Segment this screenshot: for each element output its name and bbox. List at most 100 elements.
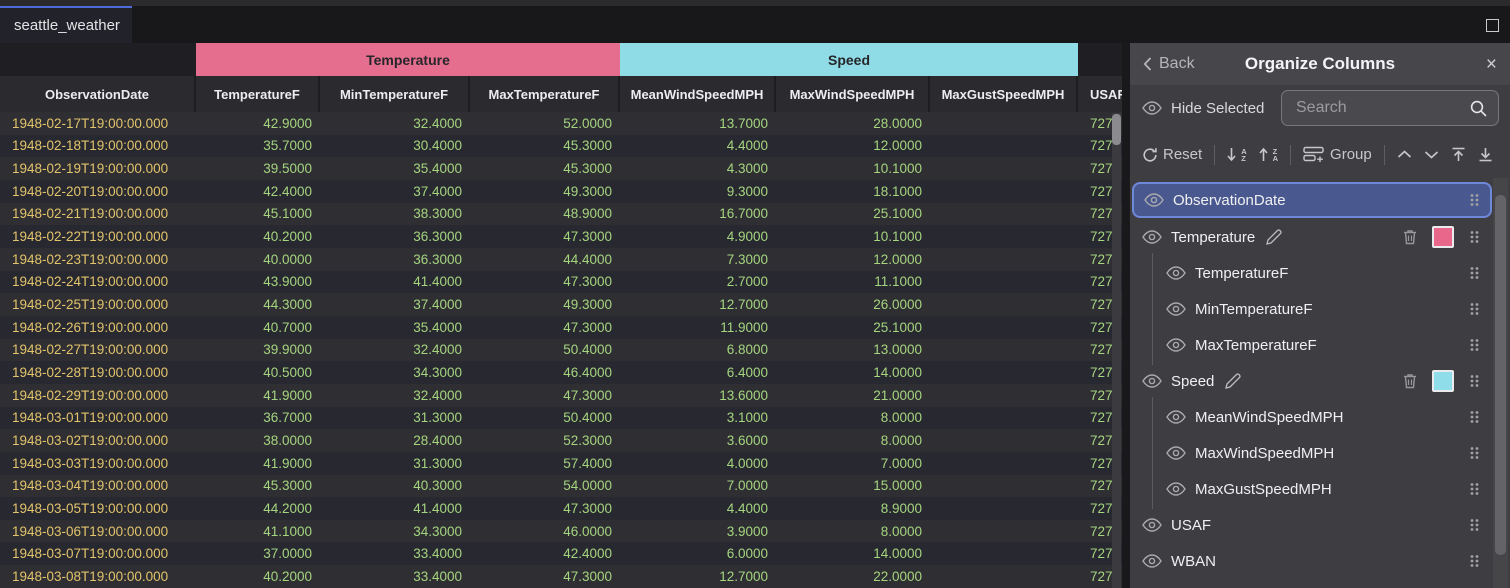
table-scrollbar-thumb[interactable] [1112,114,1121,145]
table-row[interactable]: 1948-03-01T19:00:00.00036.700031.300050.… [0,407,1122,430]
table-cell[interactable]: 45.3000 [470,135,620,158]
table-cell[interactable]: 1948-02-19T19:00:00.000 [0,157,196,180]
close-icon[interactable]: × [1486,55,1497,74]
table-row[interactable]: 1948-02-18T19:00:00.00035.700030.400045.… [0,135,1122,158]
column-header-temperaturef[interactable]: TemperatureF [196,76,320,112]
drag-handle-icon[interactable] [1469,337,1480,353]
column-header-meanwindspeedmph[interactable]: MeanWindSpeedMPH [620,76,776,112]
table-cell[interactable]: 4.4000 [620,497,776,520]
table-cell[interactable] [930,203,1078,226]
table-cell[interactable]: 1948-02-22T19:00:00.000 [0,225,196,248]
table-cell[interactable]: 11.9000 [620,316,776,339]
table-cell[interactable]: 8.0000 [776,520,930,543]
table-cell[interactable]: 34.3000 [320,361,470,384]
table-cell[interactable]: 42.4000 [470,542,620,565]
table-cell[interactable]: 57.4000 [470,452,620,475]
sort-ascending-icon[interactable]: AZ [1227,147,1246,162]
table-cell[interactable] [930,520,1078,543]
table-cell[interactable]: 28.4000 [320,429,470,452]
eye-icon[interactable] [1166,302,1186,316]
table-cell[interactable]: 3.1000 [620,407,776,430]
table-cell[interactable]: 41.1000 [196,520,320,543]
table-cell[interactable] [930,361,1078,384]
table-row[interactable]: 1948-03-03T19:00:00.00041.900031.300057.… [0,452,1122,475]
table-cell[interactable]: 36.3000 [320,225,470,248]
eye-icon[interactable] [1166,410,1186,424]
table-cell[interactable] [930,225,1078,248]
panel-item-mintemperaturef[interactable]: MinTemperatureF [1132,292,1490,326]
column-header-maxgustspeedmph[interactable]: MaxGustSpeedMPH [930,76,1078,112]
table-row[interactable]: 1948-02-26T19:00:00.00040.700035.400047.… [0,316,1122,339]
eye-icon[interactable] [1166,482,1186,496]
edit-icon[interactable] [1224,373,1241,390]
table-cell[interactable]: 26.0000 [776,293,930,316]
column-header-maxwindspeedmph[interactable]: MaxWindSpeedMPH [776,76,930,112]
eye-icon[interactable] [1166,266,1186,280]
table-cell[interactable]: 38.0000 [196,429,320,452]
table-cell[interactable]: 44.3000 [196,293,320,316]
table-cell[interactable] [930,497,1078,520]
table-row[interactable]: 1948-03-07T19:00:00.00037.000033.400042.… [0,542,1122,565]
panel-scrollbar-thumb[interactable] [1495,195,1506,555]
table-cell[interactable]: 22.0000 [776,565,930,588]
table-cell[interactable]: 4.4000 [620,135,776,158]
table-cell[interactable]: 37.4000 [320,180,470,203]
table-cell[interactable]: 40.5000 [196,361,320,384]
table-cell[interactable]: 1948-02-23T19:00:00.000 [0,248,196,271]
drag-handle-icon[interactable] [1469,229,1480,245]
table-cell[interactable]: 45.1000 [196,203,320,226]
table-cell[interactable]: 43.9000 [196,271,320,294]
table-row[interactable]: 1948-03-08T19:00:00.00040.200033.400047.… [0,565,1122,588]
table-cell[interactable]: 41.4000 [320,497,470,520]
panel-item-temperaturef[interactable]: TemperatureF [1132,256,1490,290]
table-cell[interactable]: 4.3000 [620,157,776,180]
table-cell[interactable]: 46.0000 [470,520,620,543]
table-cell[interactable]: 40.2000 [196,225,320,248]
table-cell[interactable]: 12.7000 [620,565,776,588]
table-cell[interactable]: 1948-02-21T19:00:00.000 [0,203,196,226]
trash-icon[interactable] [1403,229,1417,245]
table-cell[interactable]: 25.1000 [776,203,930,226]
table-row[interactable]: 1948-03-05T19:00:00.00044.200041.400047.… [0,497,1122,520]
table-cell[interactable] [930,112,1078,135]
eye-icon[interactable] [1166,446,1186,460]
panel-group-temperature[interactable]: Temperature [1132,220,1490,254]
table-cell[interactable]: 45.3000 [470,157,620,180]
table-cell[interactable]: 40.2000 [196,565,320,588]
table-cell[interactable]: 25.1000 [776,316,930,339]
table-cell[interactable]: 32.4000 [320,384,470,407]
table-cell[interactable]: 8.0000 [776,407,930,430]
table-cell[interactable]: 31.3000 [320,452,470,475]
panel-item-maxtemperaturef[interactable]: MaxTemperatureF [1132,328,1490,362]
table-cell[interactable]: 39.5000 [196,157,320,180]
table-cell[interactable]: 52.0000 [470,112,620,135]
column-header-usaf[interactable]: USAF [1078,76,1122,112]
eye-icon[interactable] [1142,374,1162,388]
table-cell[interactable]: 15.0000 [776,475,930,498]
trash-icon[interactable] [1403,373,1417,389]
table-cell[interactable]: 9.3000 [620,180,776,203]
table-cell[interactable]: 1948-03-08T19:00:00.000 [0,565,196,588]
table-cell[interactable]: 31.3000 [320,407,470,430]
table-cell[interactable]: 12.7000 [620,293,776,316]
table-cell[interactable]: 50.4000 [470,339,620,362]
table-cell[interactable]: 40.7000 [196,316,320,339]
reset-button[interactable]: Reset [1142,146,1202,163]
table-cell[interactable]: 48.9000 [470,203,620,226]
table-cell[interactable]: 47.3000 [470,316,620,339]
table-row[interactable]: 1948-03-06T19:00:00.00041.100034.300046.… [0,520,1122,543]
table-cell[interactable]: 10.1000 [776,157,930,180]
table-cell[interactable]: 50.4000 [470,407,620,430]
table-cell[interactable]: 18.1000 [776,180,930,203]
table-cell[interactable]: 35.4000 [320,316,470,339]
table-cell[interactable] [930,135,1078,158]
move-to-bottom-icon[interactable] [1478,147,1493,162]
table-cell[interactable] [930,452,1078,475]
table-cell[interactable]: 14.0000 [776,542,930,565]
move-to-top-icon[interactable] [1451,147,1466,162]
table-cell[interactable]: 1948-02-17T19:00:00.000 [0,112,196,135]
panel-item-observationdate[interactable]: ObservationDate [1132,182,1492,218]
table-cell[interactable]: 47.3000 [470,384,620,407]
table-cell[interactable]: 33.4000 [320,565,470,588]
group-button[interactable]: Group [1303,146,1372,163]
